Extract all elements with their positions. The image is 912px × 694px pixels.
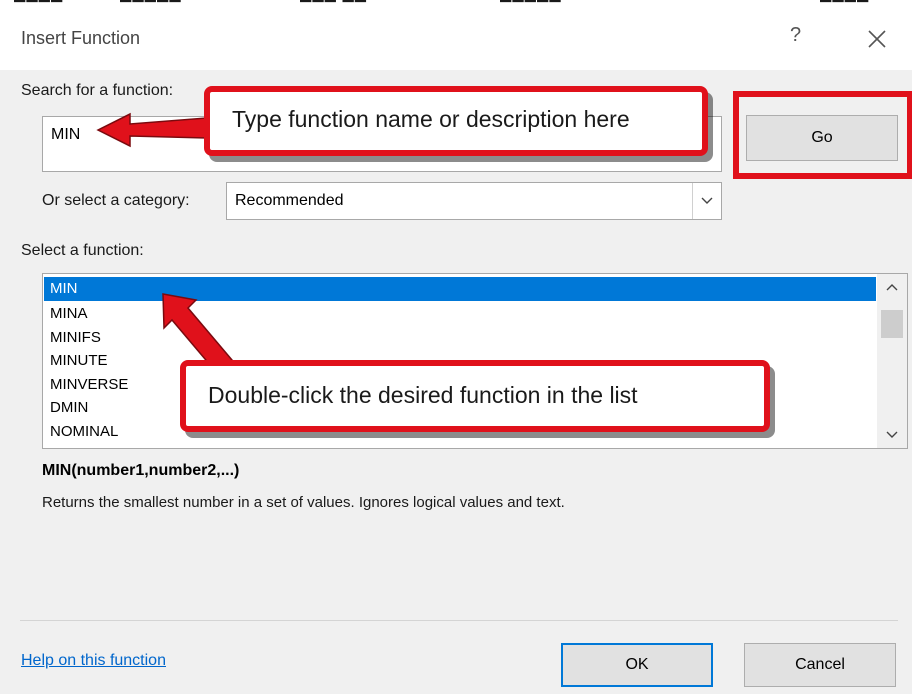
scroll-up-button[interactable] xyxy=(877,274,907,300)
callout-list: Double-click the desired function in the… xyxy=(180,360,770,432)
title-bar: Insert Function ? xyxy=(0,10,912,70)
function-list-label: Select a function: xyxy=(21,242,144,259)
insert-function-dialog: ▀▀▀▀ ▀▀▀▀▀ ▀▀▀ ▀▀ ▀▀▀▀▀ ▀▀▀▀ Insert Func… xyxy=(0,0,912,694)
chevron-down-icon xyxy=(886,431,898,438)
divider xyxy=(20,620,898,621)
search-label: Search for a function: xyxy=(21,82,174,99)
search-input-value: MIN xyxy=(51,126,81,143)
category-label: Or select a category: xyxy=(42,192,190,209)
category-select-value: Recommended xyxy=(235,192,344,209)
chevron-down-icon xyxy=(701,197,713,204)
list-item-selected[interactable]: MIN xyxy=(44,277,876,301)
list-scrollbar[interactable] xyxy=(877,274,907,448)
help-icon[interactable]: ? xyxy=(790,24,801,47)
scroll-thumb[interactable] xyxy=(881,310,903,338)
category-select[interactable]: Recommended xyxy=(226,182,722,220)
cancel-button[interactable]: Cancel xyxy=(744,643,896,687)
function-signature: MIN(number1,number2,...) xyxy=(42,462,240,479)
function-description: Returns the smallest number in a set of … xyxy=(42,494,565,511)
list-item[interactable]: MINIFS xyxy=(44,326,876,350)
background-spreadsheet-strip: ▀▀▀▀ ▀▀▀▀▀ ▀▀▀ ▀▀ ▀▀▀▀▀ ▀▀▀▀ xyxy=(0,0,912,10)
callout-search: Type function name or description here xyxy=(204,86,708,156)
scroll-down-button[interactable] xyxy=(877,422,907,448)
ok-button[interactable]: OK xyxy=(561,643,713,687)
go-button[interactable]: Go xyxy=(746,115,898,161)
help-on-function-link[interactable]: Help on this function xyxy=(21,652,166,670)
dropdown-button[interactable] xyxy=(692,183,721,219)
chevron-up-icon xyxy=(886,284,898,291)
close-icon xyxy=(868,30,886,48)
dialog-title: Insert Function xyxy=(21,28,141,48)
list-item[interactable]: MINA xyxy=(44,302,876,326)
close-button[interactable] xyxy=(862,24,892,54)
